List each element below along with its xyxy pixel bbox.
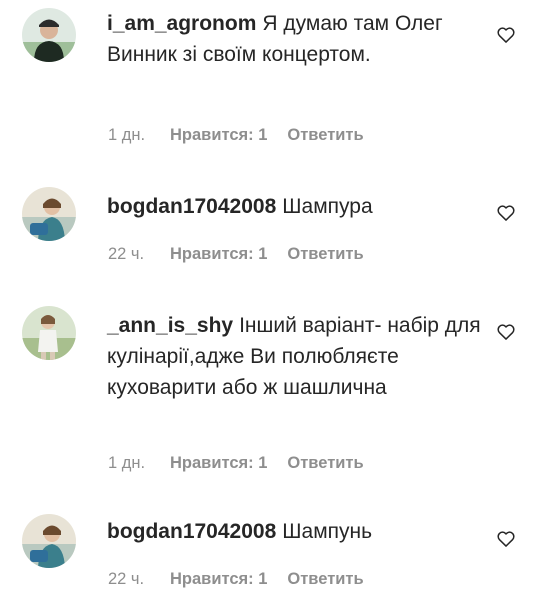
comment-text-block: bogdan17042008 Шампура bbox=[107, 191, 482, 222]
avatar[interactable] bbox=[22, 306, 76, 360]
comment-username[interactable]: _ann_is_shy bbox=[107, 314, 233, 337]
reply-button[interactable]: Ответить bbox=[287, 570, 363, 589]
like-button[interactable] bbox=[496, 529, 516, 549]
comment-text-block: bogdan17042008 Шампунь bbox=[107, 516, 482, 547]
reply-button[interactable]: Ответить bbox=[287, 126, 363, 145]
comment-body: Шампура bbox=[282, 195, 373, 218]
avatar-image bbox=[22, 514, 76, 568]
heart-outline-icon bbox=[497, 205, 515, 221]
comment-username[interactable]: bogdan17042008 bbox=[107, 195, 276, 218]
avatar-image bbox=[22, 306, 76, 360]
likes-count-button[interactable]: Нравится: 1 bbox=[170, 126, 267, 145]
comment-username[interactable]: i_am_agronom bbox=[107, 12, 256, 35]
avatar-image bbox=[22, 8, 76, 62]
heart-outline-icon bbox=[497, 531, 515, 547]
likes-count-button[interactable]: Нравится: 1 bbox=[170, 454, 267, 473]
comment-body: Шампунь bbox=[282, 520, 373, 543]
reply-button[interactable]: Ответить bbox=[287, 454, 363, 473]
likes-count-button[interactable]: Нравится: 1 bbox=[170, 570, 267, 589]
heart-outline-icon bbox=[497, 324, 515, 340]
comment-meta: 22 ч. Нравится: 1 Ответить bbox=[108, 570, 364, 589]
comment-text-block: i_am_agronom Я думаю там Олег Винник зі с… bbox=[107, 8, 482, 70]
comment-time: 22 ч. bbox=[108, 245, 145, 263]
comment-meta: 1 дн. Нравится: 1 Ответить bbox=[108, 126, 364, 145]
avatar[interactable] bbox=[22, 8, 76, 62]
avatar[interactable] bbox=[22, 187, 76, 241]
likes-count-button[interactable]: Нравится: 1 bbox=[170, 245, 267, 264]
comment-time: 1 дн. bbox=[108, 126, 146, 144]
like-button[interactable] bbox=[496, 322, 516, 342]
comment-meta: 1 дн. Нравится: 1 Ответить bbox=[108, 454, 364, 473]
avatar[interactable] bbox=[22, 514, 76, 568]
like-button[interactable] bbox=[496, 203, 516, 223]
comment-username[interactable]: bogdan17042008 bbox=[107, 520, 276, 543]
comment-text-block: _ann_is_shy Інший варіант- набір для кулі… bbox=[107, 310, 482, 403]
comment-time: 1 дн. bbox=[108, 454, 146, 472]
like-button[interactable] bbox=[496, 25, 516, 45]
comment-meta: 22 ч. Нравится: 1 Ответить bbox=[108, 245, 364, 264]
heart-outline-icon bbox=[497, 27, 515, 43]
avatar-image bbox=[22, 187, 76, 241]
reply-button[interactable]: Ответить bbox=[287, 245, 363, 264]
comment-time: 22 ч. bbox=[108, 570, 145, 588]
